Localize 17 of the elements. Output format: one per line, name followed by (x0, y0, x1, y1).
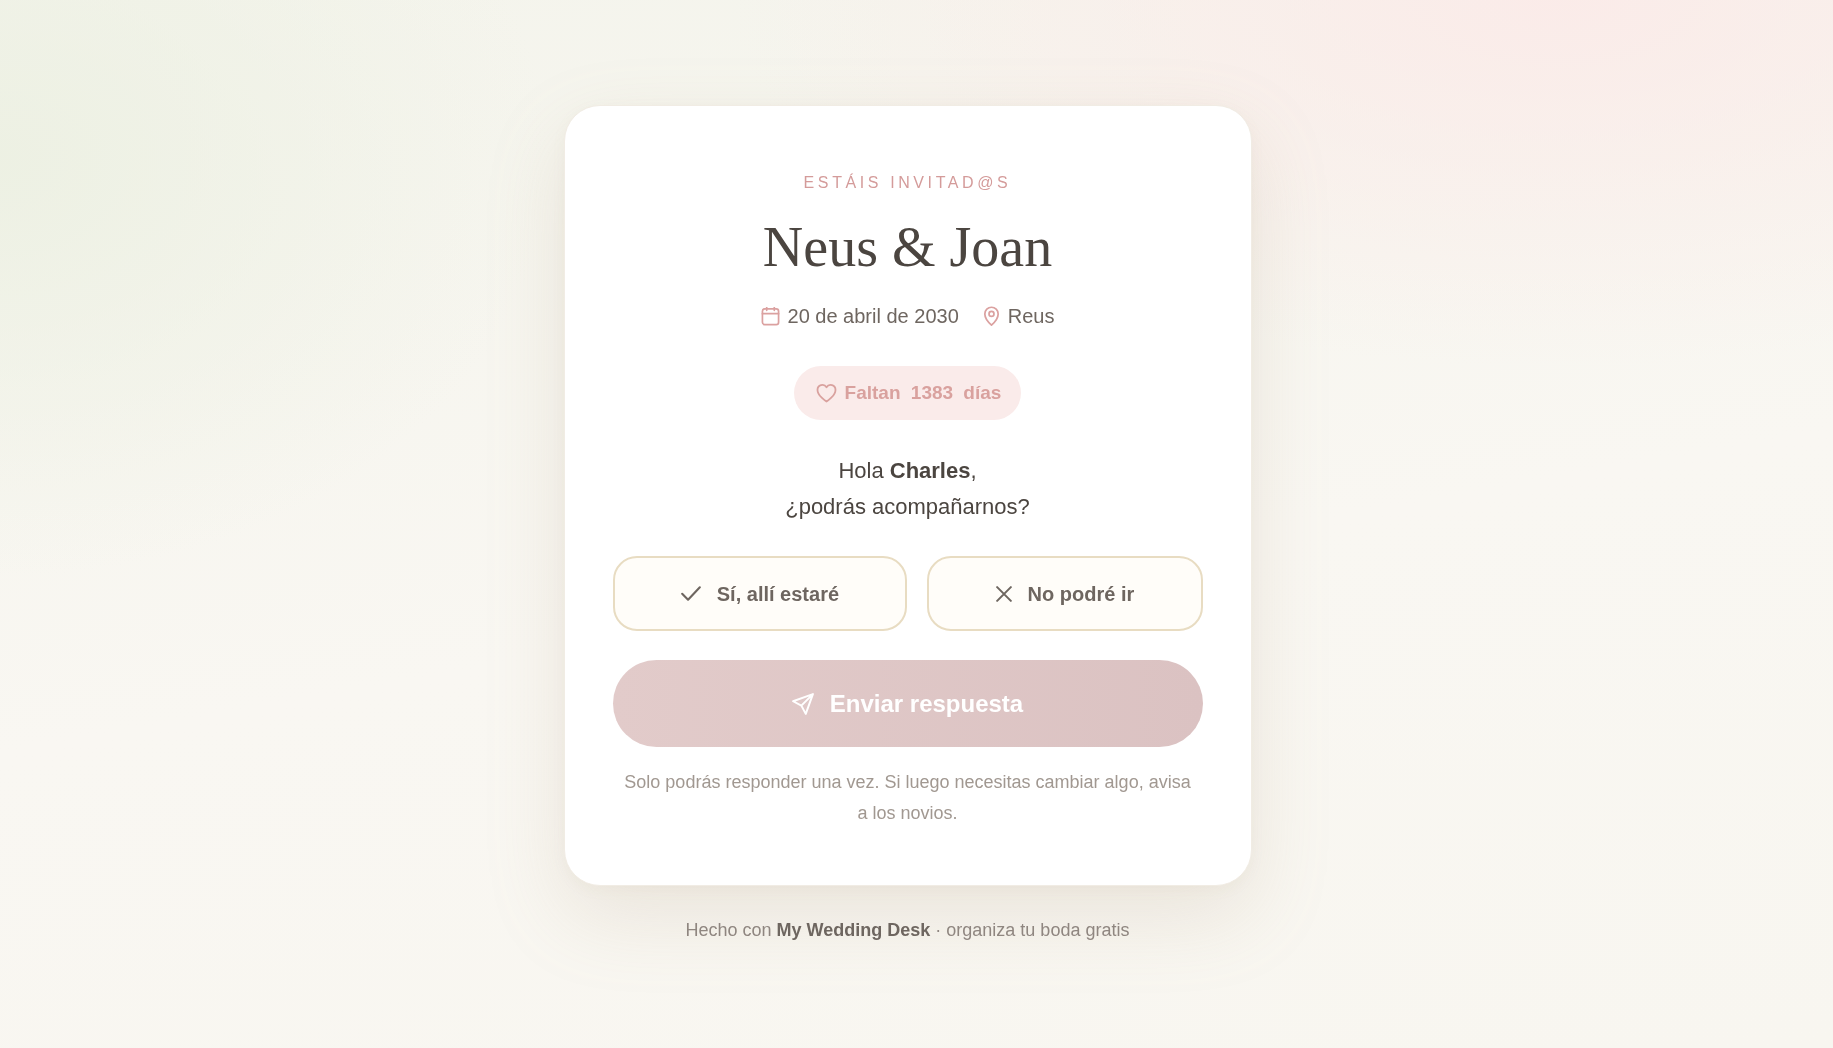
couple-names: Neus & Joan (762, 215, 1053, 280)
calendar-icon (760, 306, 780, 326)
check-icon (680, 586, 701, 601)
accept-button[interactable]: Sí, allí estaré (612, 556, 908, 631)
x-icon (995, 585, 1012, 602)
invitation-eyebrow: ESTÁIS INVITAD@S (803, 173, 1012, 192)
greeting-text: Hola Charles, ¿podrás acompañarnos? (785, 457, 1030, 521)
event-location: Reus (1007, 304, 1055, 329)
decline-button[interactable]: No podré ir (927, 556, 1203, 631)
footer-text: Hecho con My Wedding Desk · organiza tu boda gratis (685, 919, 1130, 942)
event-date: 20 de abril de 2030 (787, 304, 959, 329)
countdown-text: Faltan 1383 días (844, 380, 1002, 405)
paper-plane-icon (791, 692, 814, 715)
heart-icon (815, 383, 837, 403)
brand-link[interactable]: My Wedding Desk (776, 920, 931, 940)
response-note: Solo podrás responder una vez. Si luego necesitas cambiar algo, avisa a los novios. (623, 771, 1192, 825)
location-pin-icon (982, 306, 1000, 326)
